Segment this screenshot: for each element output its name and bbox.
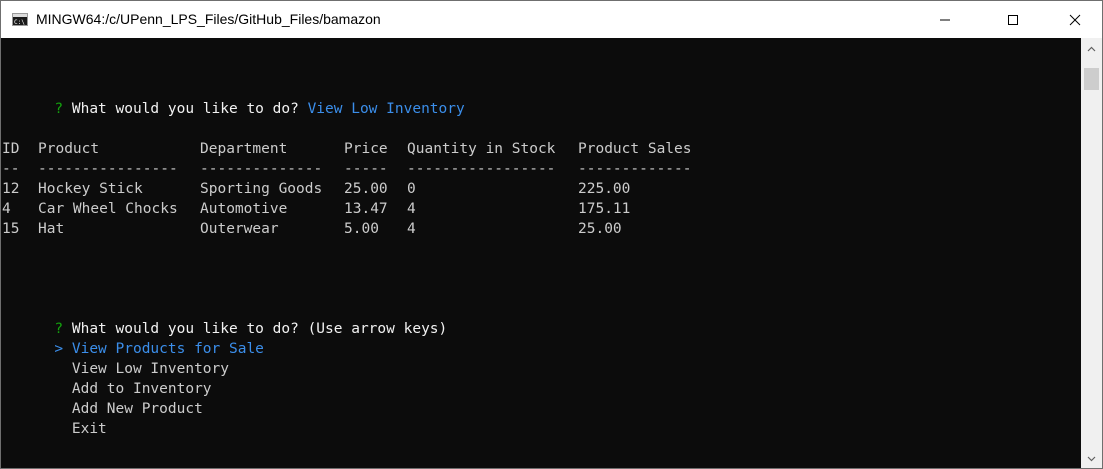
cell-id: 4 — [2, 201, 11, 217]
sep-sales: ------------- — [578, 161, 692, 177]
cell-sales: 225.00 — [578, 181, 631, 197]
cell-sales: 25.00 — [578, 221, 622, 237]
sep-id: -- — [2, 161, 20, 177]
terminal-icon: C:\ — [12, 13, 28, 26]
menu-choice-view-products[interactable]: > View Products for Sale — [2, 319, 264, 357]
cell-id: 12 — [2, 181, 20, 197]
menu-choice-view-low-inventory[interactable]: View Low Inventory — [2, 339, 229, 377]
header-quantity: Quantity in Stock — [407, 141, 556, 157]
minimize-button[interactable] — [922, 1, 968, 38]
cell-department: Outerwear — [200, 221, 279, 237]
scroll-thumb[interactable] — [1084, 68, 1099, 90]
close-button[interactable] — [1052, 1, 1098, 38]
cell-department: Sporting Goods — [200, 181, 323, 197]
header-id: ID — [2, 141, 20, 157]
menu-choice-add-to-inventory[interactable]: Add to Inventory — [2, 359, 212, 397]
cell-price: 5.00 — [344, 221, 379, 237]
second-prompt-line: ? What would you like to do? (Use arrow … — [2, 299, 447, 337]
table-row: 12 Hockey Stick Sporting Goods 25.00 0 2… — [2, 179, 1072, 199]
cell-sales: 175.11 — [578, 201, 631, 217]
cell-product: Car Wheel Chocks — [38, 201, 178, 217]
header-price: Price — [344, 141, 388, 157]
maximize-button[interactable] — [990, 1, 1036, 38]
table-separator: -- ---------------- -------------- -----… — [2, 159, 1072, 179]
cell-quantity: 4 — [407, 221, 416, 237]
minimize-icon — [939, 14, 951, 26]
header-department: Department — [200, 141, 288, 157]
chevron-up-icon — [1087, 39, 1096, 57]
prompt-question: What would you like to do? — [71, 101, 299, 117]
prompt-answer: View Low Inventory — [307, 101, 465, 117]
cell-department: Automotive — [200, 201, 288, 217]
first-prompt-line: ? What would you like to do? View Low In… — [2, 79, 464, 117]
sep-price: ----- — [344, 161, 388, 177]
title-bar[interactable]: C:\ MINGW64:/c/UPenn_LPS_Files/GitHub_Fi… — [1, 1, 1102, 38]
chevron-down-icon — [1087, 449, 1096, 467]
maximize-icon — [1007, 14, 1019, 26]
cell-product: Hat — [38, 221, 65, 237]
table-header: ID Product Department Price Quantity in … — [2, 139, 1072, 159]
menu-choice-exit[interactable]: Exit — [2, 399, 107, 437]
choice-label: Exit — [71, 421, 107, 437]
sep-product: ---------------- — [38, 161, 178, 177]
table-row: 4 Car Wheel Chocks Automotive 13.47 4 17… — [2, 199, 1072, 219]
cell-price: 13.47 — [344, 201, 388, 217]
cell-id: 15 — [2, 221, 20, 237]
header-sales: Product Sales — [578, 141, 692, 157]
close-icon — [1069, 14, 1081, 26]
cell-quantity: 4 — [407, 201, 416, 217]
prompt-marker: ? — [54, 101, 64, 117]
cell-price: 25.00 — [344, 181, 388, 197]
header-product: Product — [38, 141, 100, 157]
window-title: MINGW64:/c/UPenn_LPS_Files/GitHub_Files/… — [36, 11, 381, 27]
scroll-down-button[interactable] — [1081, 448, 1102, 468]
terminal-output[interactable]: ? What would you like to do? View Low In… — [1, 38, 1081, 468]
cell-quantity: 0 — [407, 181, 416, 197]
sep-department: -------------- — [200, 161, 323, 177]
menu-choice-add-new-product[interactable]: Add New Product — [2, 379, 203, 417]
table-row: 15 Hat Outerwear 5.00 4 25.00 — [2, 219, 1072, 239]
svg-text:C:\: C:\ — [14, 19, 25, 25]
scroll-up-button[interactable] — [1081, 38, 1102, 58]
sep-quantity: ----------------- — [407, 161, 556, 177]
vertical-scrollbar[interactable] — [1081, 38, 1102, 468]
prompt-hint: (Use arrow keys) — [307, 321, 448, 337]
cell-product: Hockey Stick — [38, 181, 143, 197]
terminal-window: C:\ MINGW64:/c/UPenn_LPS_Files/GitHub_Fi… — [0, 0, 1103, 469]
